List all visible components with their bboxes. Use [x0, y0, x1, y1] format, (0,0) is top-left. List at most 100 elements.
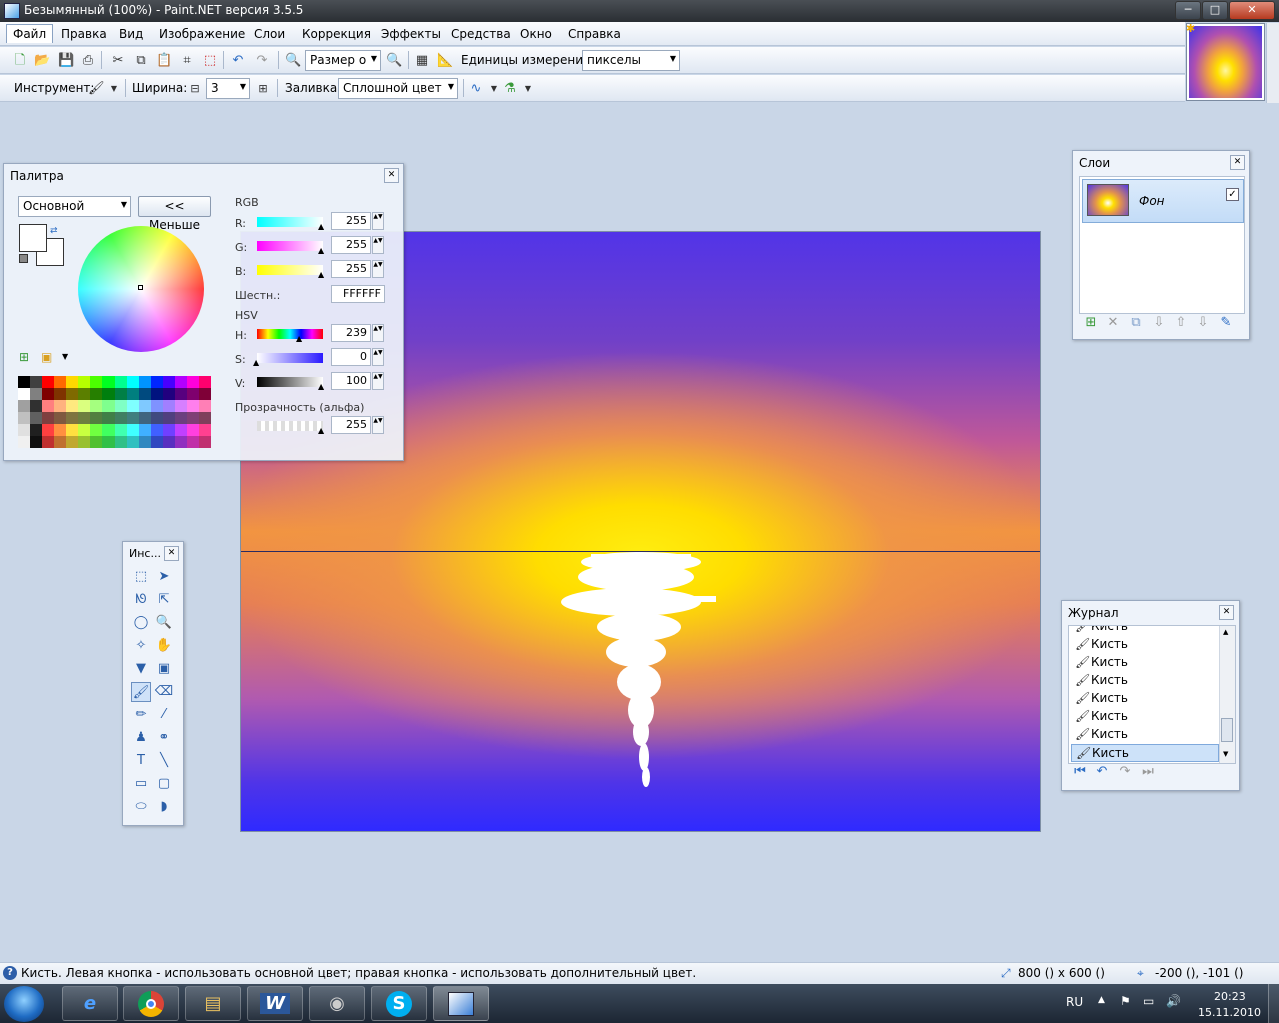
zoom-tool-icon[interactable]: 🔍	[154, 613, 174, 633]
history-item[interactable]: 🖌 Кисть	[1071, 654, 1219, 672]
palette-swatch-grid[interactable]	[18, 376, 211, 448]
color-picker-icon[interactable]: ⁄	[154, 705, 174, 725]
menu-help[interactable]: Справка	[568, 26, 621, 42]
s-input[interactable]: 0	[331, 348, 371, 366]
menu-utilities[interactable]: Средства	[451, 26, 511, 42]
add-to-palette-icon[interactable]: ⊞	[19, 350, 29, 364]
pan-hand-icon[interactable]: ✋	[154, 636, 174, 656]
layer-visibility-checkbox[interactable]: ✓	[1226, 188, 1239, 201]
move-layer-up-icon[interactable]: ⇧	[1173, 315, 1189, 331]
layers-close-icon[interactable]: ✕	[1230, 155, 1245, 170]
grid-icon[interactable]: ▦	[414, 53, 430, 69]
chrome-icon[interactable]	[123, 986, 179, 1021]
hex-input[interactable]: FFFFFF	[331, 285, 385, 303]
magic-wand-icon[interactable]: ✧	[131, 636, 151, 656]
v-spinner[interactable]: ▲▼	[372, 372, 384, 390]
eraser-icon[interactable]: ⌫	[154, 682, 174, 702]
lasso-select-icon[interactable]: ᘚ	[131, 590, 151, 610]
menu-view[interactable]: Вид	[119, 26, 143, 42]
color-wheel-cursor[interactable]	[138, 285, 143, 290]
layer-item-background[interactable]: Фон ✓	[1082, 179, 1244, 223]
palette-close-icon[interactable]: ✕	[384, 168, 399, 183]
brush-width-combo[interactable]: 3 ▼	[206, 78, 250, 99]
word-icon[interactable]: W	[247, 986, 303, 1021]
primary-color-swatch[interactable]	[19, 224, 47, 252]
rectangle-select-icon[interactable]: ⬚	[131, 567, 151, 587]
copy-icon[interactable]: ⧉	[133, 53, 149, 69]
history-item[interactable]: 🖌 Кисть	[1071, 636, 1219, 654]
palette-mode-combo[interactable]: Основной ▼	[18, 196, 131, 217]
clone-stamp-icon[interactable]: ♟	[131, 728, 151, 748]
alpha-input[interactable]: 255	[331, 416, 371, 434]
rectangle-shape-icon[interactable]: ▭	[131, 774, 151, 794]
print-icon[interactable]: ⎙	[80, 53, 96, 69]
paintnet-taskbar-icon[interactable]	[433, 986, 489, 1021]
fast-forward-to-end-icon[interactable]: ⏭	[1140, 764, 1156, 780]
clock-time[interactable]: 20:23	[1214, 990, 1246, 1003]
decrease-width-icon[interactable]: ⊟	[187, 81, 203, 97]
rounded-rectangle-icon[interactable]: ▢	[154, 774, 174, 794]
menu-edit[interactable]: Правка	[61, 26, 107, 42]
redo-icon[interactable]: ↷	[254, 53, 270, 69]
history-item[interactable]: 🖌 Кисть	[1071, 708, 1219, 726]
add-layer-icon[interactable]: ⊞	[1083, 315, 1099, 331]
b-slider-thumb[interactable]: ▲	[318, 270, 324, 279]
menu-effects[interactable]: Эффекты	[381, 26, 441, 42]
tray-expand-icon[interactable]: ▲	[1098, 995, 1105, 1005]
history-item[interactable]: 🖌 Кисть	[1071, 626, 1219, 636]
chevron-down-icon[interactable]: ▼	[106, 81, 122, 97]
antialiasing-icon[interactable]: ∿	[468, 81, 484, 97]
b-slider[interactable]	[257, 265, 323, 275]
menu-layers[interactable]: Слои	[254, 26, 285, 42]
show-desktop-button[interactable]	[1268, 984, 1279, 1023]
minimize-button[interactable]: ─	[1175, 1, 1201, 20]
rulers-icon[interactable]: 📐	[437, 53, 453, 69]
h-spinner[interactable]: ▲▼	[372, 324, 384, 342]
menu-adjustments[interactable]: Коррекция	[302, 26, 371, 42]
tools-close-icon[interactable]: ✕	[164, 546, 179, 561]
volume-icon[interactable]: 🔊	[1166, 994, 1181, 1008]
rewind-to-start-icon[interactable]: ⏮	[1072, 764, 1088, 780]
cut-icon[interactable]: ✂	[110, 53, 126, 69]
increase-width-icon[interactable]: ⊞	[255, 81, 271, 97]
fill-combo[interactable]: Сплошной цвет ▼	[338, 78, 458, 99]
zoom-combo[interactable]: Размер о ▼	[305, 50, 381, 71]
v-slider-thumb[interactable]: ▲	[318, 382, 324, 391]
g-slider-thumb[interactable]: ▲	[318, 246, 324, 255]
r-input[interactable]: 255	[331, 212, 371, 230]
close-button[interactable]: ✕	[1229, 1, 1275, 20]
language-indicator[interactable]: RU	[1066, 995, 1083, 1009]
b-input[interactable]: 255	[331, 260, 371, 278]
save-icon[interactable]: 💾	[58, 53, 74, 69]
swap-colors-icon[interactable]: ⇄	[50, 226, 58, 236]
h-slider-thumb[interactable]: ▲	[296, 334, 302, 343]
v-input[interactable]: 100	[331, 372, 371, 390]
menu-image[interactable]: Изображение	[159, 26, 245, 42]
network-icon[interactable]: ▭	[1143, 994, 1154, 1008]
recolor-icon[interactable]: ⚭	[154, 728, 174, 748]
line-curve-icon[interactable]: ╲	[154, 751, 174, 771]
file-explorer-icon[interactable]: ▤	[185, 986, 241, 1021]
g-input[interactable]: 255	[331, 236, 371, 254]
history-item[interactable]: 🖌 Кисть	[1071, 690, 1219, 708]
history-item[interactable]: 🖌 Кисть	[1071, 726, 1219, 744]
crop-icon[interactable]: ⌗	[179, 53, 195, 69]
ellipse-shape-icon[interactable]: ⬭	[131, 797, 151, 817]
zoom-out-icon[interactable]: 🔍	[285, 53, 301, 69]
g-spinner[interactable]: ▲▼	[372, 236, 384, 254]
r-spinner[interactable]: ▲▼	[372, 212, 384, 230]
history-item-selected[interactable]: 🖌 Кисть	[1071, 744, 1219, 762]
action-center-flag-icon[interactable]: ⚑	[1120, 994, 1131, 1008]
alpha-slider-thumb[interactable]: ▲	[318, 426, 324, 435]
menu-file[interactable]: Файл	[6, 24, 54, 43]
scroll-up-icon[interactable]: ▲	[1223, 628, 1228, 636]
pencil-icon[interactable]: ✏	[131, 705, 151, 725]
alpha-slider[interactable]	[257, 421, 323, 431]
color-wheel[interactable]	[78, 226, 204, 352]
h-slider[interactable]	[257, 329, 323, 339]
paintbrush-icon[interactable]: 🖌	[131, 682, 151, 702]
text-tool-icon[interactable]: T	[131, 751, 151, 771]
palette-menu-icon[interactable]: ▣	[41, 350, 52, 364]
paint-bucket-icon[interactable]: ▼	[131, 659, 151, 679]
units-combo[interactable]: пикселы ▼	[582, 50, 680, 71]
